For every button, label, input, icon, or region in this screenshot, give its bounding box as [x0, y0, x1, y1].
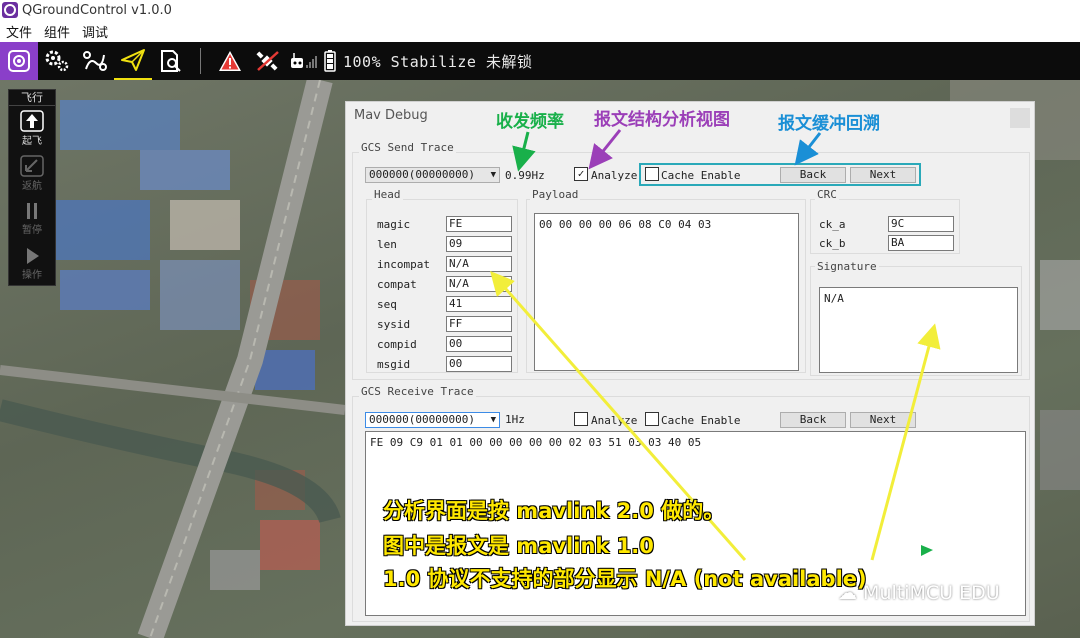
receive-analyze-checkbox[interactable]	[574, 412, 588, 426]
receive-cache-label: Cache Enable	[661, 414, 741, 427]
menu-components[interactable]: 组件	[44, 22, 70, 41]
head-field-label-len: len	[377, 238, 397, 251]
play-icon	[27, 248, 39, 264]
receive-channel-value: 000000(00000000)	[369, 413, 475, 426]
rate-annotation: 收发频率	[496, 112, 564, 132]
warning-icon	[219, 51, 241, 71]
toolbar: 100% Stabilize 未解锁	[0, 42, 1080, 80]
head-field-seq[interactable]: 41	[446, 296, 512, 312]
takeoff-label: 起飞	[22, 136, 42, 147]
ck-b-field[interactable]: BA	[888, 235, 954, 251]
receive-channel-select[interactable]: 000000(00000000) ▼	[365, 412, 500, 428]
battery-button[interactable]	[321, 42, 339, 80]
ck-a-label: ck_a	[819, 218, 846, 231]
analyze-view-annotation: 报文结构分析视图	[594, 110, 730, 130]
fly-panel-header: 飞行	[9, 90, 55, 106]
receive-analyze-label: Analyze	[591, 414, 638, 427]
dialog-title: Mav Debug	[354, 108, 428, 123]
return-button[interactable]: 返航	[9, 151, 55, 196]
head-field-incompat[interactable]: N/A	[446, 256, 512, 272]
qgc-logo-icon	[8, 50, 30, 72]
head-field-len[interactable]: 09	[446, 236, 512, 252]
crc-label: CRC	[815, 188, 839, 201]
settings-button[interactable]	[38, 42, 76, 80]
rc-signal-icon	[291, 53, 317, 68]
head-field-compat[interactable]: N/A	[446, 276, 512, 292]
cache-back-annotation: 报文缓冲回溯	[778, 114, 880, 134]
toolbar-divider	[200, 48, 201, 74]
ck-a-field[interactable]: 9C	[888, 216, 954, 232]
vehicle-status-text[interactable]: 100% Stabilize 未解锁	[343, 51, 532, 72]
send-channel-select[interactable]: 000000(00000000) ▼	[365, 167, 500, 183]
battery-icon	[324, 50, 336, 72]
wechat-icon: ☁	[838, 582, 857, 604]
head-field-label-incompat: incompat	[377, 258, 430, 271]
waypoint-route-icon	[83, 51, 107, 71]
head-label: Head	[372, 188, 403, 201]
ck-b-label: ck_b	[819, 237, 846, 250]
head-field-compid[interactable]: 00	[446, 336, 512, 352]
note-line-1: 分析界面是按 mavlink 2.0 做的。	[383, 499, 725, 523]
note-line-3: 1.0 协议不支持的部分显示 N/A (not available)	[383, 567, 867, 591]
signature-textarea[interactable]: N/A	[819, 287, 1018, 373]
menu-file[interactable]: 文件	[6, 22, 32, 41]
plan-button[interactable]	[76, 42, 114, 80]
return-home-icon	[20, 155, 44, 177]
chevron-down-icon: ▼	[490, 170, 496, 180]
receive-trace-label: GCS Receive Trace	[359, 385, 476, 398]
watermark-text: MultiMCU EDU	[863, 582, 1000, 604]
action-button[interactable]: 操作	[9, 241, 55, 286]
chevron-down-icon: ▼	[490, 415, 496, 425]
dialog-close-button[interactable]	[1010, 108, 1030, 128]
analyze-button[interactable]	[152, 42, 190, 80]
receive-back-button[interactable]: Back	[780, 412, 846, 428]
head-field-label-compid: compid	[377, 338, 417, 351]
head-field-msgid[interactable]: 00	[446, 356, 512, 372]
paper-plane-icon	[121, 49, 145, 71]
send-analyze-checkbox[interactable]: ✓	[574, 167, 588, 181]
qgc-logo-button[interactable]	[0, 42, 38, 80]
arrow-up-icon	[20, 110, 44, 132]
watermark: ☁ MultiMCU EDU	[838, 582, 1000, 604]
window-title: QGroundControl v1.0.0	[22, 2, 172, 18]
send-rate: 0.99Hz	[505, 169, 545, 182]
send-channel-value: 000000(00000000)	[369, 168, 475, 181]
gears-icon	[45, 50, 69, 72]
head-field-label-seq: seq	[377, 298, 397, 311]
gps-button[interactable]	[249, 42, 287, 80]
rc-rssi-button[interactable]	[287, 42, 321, 80]
head-field-label-sysid: sysid	[377, 318, 411, 331]
receive-next-button[interactable]: Next	[850, 412, 916, 428]
pause-icon	[27, 203, 37, 219]
send-analyze-label: Analyze	[591, 169, 638, 182]
title-bar: QGroundControl v1.0.0	[0, 0, 1080, 20]
fly-panel: 飞行 起飞 返航 暂停 操作	[8, 89, 56, 286]
send-trace-label: GCS Send Trace	[359, 141, 456, 154]
note-line-2: 图中是报文是 mavlink 1.0	[383, 534, 654, 558]
receive-rate: 1Hz	[505, 413, 525, 426]
head-field-magic[interactable]: FE	[446, 216, 512, 232]
head-field-label-msgid: msgid	[377, 358, 411, 371]
head-field-sysid[interactable]: FF	[446, 316, 512, 332]
pause-button[interactable]: 暂停	[9, 196, 55, 241]
document-search-icon	[161, 50, 181, 72]
fly-button[interactable]	[114, 42, 152, 80]
menu-bar: 文件 组件 调试	[0, 20, 1080, 42]
takeoff-button[interactable]: 起飞	[9, 106, 55, 151]
messages-button[interactable]	[211, 42, 249, 80]
pause-label: 暂停	[22, 225, 42, 236]
payload-label: Payload	[530, 188, 581, 201]
payload-textarea[interactable]: 00 00 00 00 06 08 C0 04 03	[534, 213, 799, 371]
head-field-label-compat: compat	[377, 278, 417, 291]
cache-highlight-box	[639, 163, 921, 186]
signature-label: Signature	[815, 260, 879, 273]
return-label: 返航	[22, 181, 42, 192]
satellite-off-icon	[256, 51, 279, 71]
app-logo-icon	[2, 2, 18, 18]
menu-debug[interactable]: 调试	[82, 22, 108, 41]
receive-cache-checkbox[interactable]	[645, 412, 659, 426]
action-label: 操作	[22, 270, 42, 281]
head-field-label-magic: magic	[377, 218, 411, 231]
